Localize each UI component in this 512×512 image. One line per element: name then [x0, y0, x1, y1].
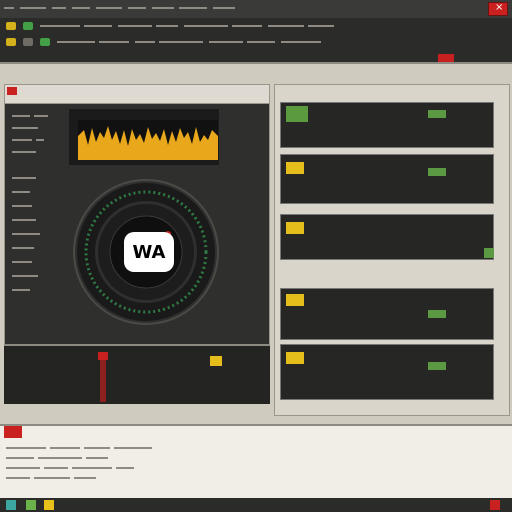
close-symbol: ×	[495, 2, 503, 13]
left-panel-close[interactable]	[7, 87, 17, 95]
status-left-icon-2[interactable]	[26, 500, 36, 510]
right-card-5-chip	[428, 362, 446, 370]
center-logo: WA	[124, 232, 174, 272]
right-card-3[interactable]	[280, 214, 494, 260]
right-card-3-chip	[484, 248, 494, 258]
toolbar-icon-5[interactable]	[39, 38, 50, 46]
toolbar-icon-2[interactable]	[22, 22, 33, 30]
left-panel-header	[4, 84, 270, 104]
bottom-panel-close[interactable]	[4, 426, 22, 438]
toolbar-row-2	[6, 38, 506, 48]
menu-item-4[interactable]	[71, 6, 90, 9]
right-card-5[interactable]	[280, 344, 494, 400]
menu-item-3[interactable]	[51, 6, 66, 9]
menu-strip	[4, 4, 254, 14]
toolbar-icon-3[interactable]	[6, 38, 16, 46]
toolbar-row-1	[6, 22, 506, 32]
waveform-chart	[78, 120, 218, 160]
left-lower-slider[interactable]	[100, 356, 106, 402]
menu-item-7[interactable]	[151, 6, 174, 9]
right-card-3-thumb	[286, 222, 304, 234]
menu-item-9[interactable]	[213, 6, 236, 9]
right-card-2-thumb	[286, 162, 304, 174]
status-right-icon[interactable]	[490, 500, 500, 510]
menu-item-1[interactable]	[4, 6, 14, 9]
status-left-icon[interactable]	[6, 500, 16, 510]
right-card-2-chip	[428, 168, 446, 176]
toolbar-icon-4[interactable]	[22, 38, 33, 46]
left-lower-yellow-chip	[210, 356, 222, 366]
toolbar-right-badge[interactable]	[438, 54, 454, 62]
right-card-1[interactable]	[280, 102, 494, 148]
right-card-4-chip	[428, 310, 446, 318]
left-lower-section	[4, 344, 270, 404]
bottom-panel-lines	[6, 444, 506, 490]
right-card-1-thumb	[286, 106, 308, 122]
status-bar	[0, 498, 512, 512]
center-logo-text: WA	[132, 241, 166, 263]
menu-item-8[interactable]	[179, 6, 208, 9]
toolbar-icon-1[interactable]	[6, 22, 16, 30]
right-card-1-chip	[428, 110, 446, 118]
menu-item-2[interactable]	[19, 6, 46, 9]
menu-item-6[interactable]	[127, 6, 146, 9]
status-left-icon-3[interactable]	[44, 500, 54, 510]
menu-item-5[interactable]	[95, 6, 122, 9]
left-lower-red-marker	[98, 352, 108, 360]
right-card-4[interactable]	[280, 288, 494, 340]
right-card-2[interactable]	[280, 154, 494, 204]
right-card-4-thumb	[286, 294, 304, 306]
right-card-5-thumb	[286, 352, 304, 364]
